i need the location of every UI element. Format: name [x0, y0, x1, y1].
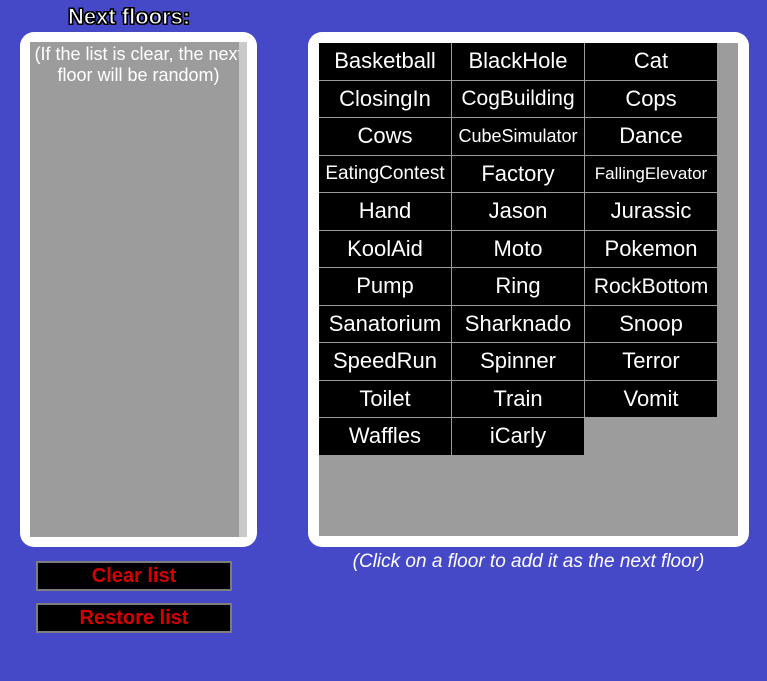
floor-item[interactable]: Dance [585, 118, 717, 155]
queue-empty-hint: (If the list is clear, the next floor wi… [30, 42, 247, 85]
floor-item[interactable]: CogBuilding [452, 81, 584, 118]
floor-item[interactable]: Snoop [585, 306, 717, 343]
floor-item[interactable]: KoolAid [319, 231, 451, 268]
floor-item[interactable]: Factory [452, 156, 584, 193]
floor-item[interactable]: Train [452, 381, 584, 418]
floor-item[interactable]: Spinner [452, 343, 584, 380]
floor-item[interactable]: Sanatorium [319, 306, 451, 343]
page-title: Next floors: [68, 4, 190, 30]
floors-hint: (Click on a floor to add it as the next … [308, 551, 749, 573]
floor-item[interactable]: Cops [585, 81, 717, 118]
floor-item[interactable]: ClosingIn [319, 81, 451, 118]
floor-item[interactable]: Toilet [319, 381, 451, 418]
floor-item[interactable]: Waffles [319, 418, 451, 455]
queue-scrollbar-thumb[interactable] [239, 42, 247, 537]
queue-list: (If the list is clear, the next floor wi… [30, 42, 247, 537]
restore-list-button[interactable]: Restore list [36, 603, 232, 633]
clear-list-button[interactable]: Clear list [36, 561, 232, 591]
floor-item[interactable]: Pump [319, 268, 451, 305]
floors-panel: BasketballBlackHoleCat ClosingInCogBuildi… [308, 32, 749, 547]
floor-item[interactable]: Moto [452, 231, 584, 268]
floor-item[interactable]: SpeedRun [319, 343, 451, 380]
floor-item[interactable]: Terror [585, 343, 717, 380]
floor-item[interactable]: Jurassic [585, 193, 717, 230]
floor-item[interactable]: RockBottom [585, 268, 717, 305]
floor-item[interactable]: Cows [319, 118, 451, 155]
floor-item[interactable]: Ring [452, 268, 584, 305]
floor-item[interactable]: iCarly [452, 418, 584, 455]
floor-item[interactable]: Vomit [585, 381, 717, 418]
floor-item[interactable]: Jason [452, 193, 584, 230]
floor-item[interactable]: Basketball [319, 43, 451, 80]
queue-scrollbar-track[interactable] [239, 42, 247, 537]
floor-item[interactable]: Cat [585, 43, 717, 80]
floors-grid: BasketballBlackHoleCat ClosingInCogBuildi… [319, 43, 738, 536]
floor-item[interactable]: EatingContest [319, 156, 451, 193]
floor-item[interactable]: Hand [319, 193, 451, 230]
floor-item[interactable]: Sharknado [452, 306, 584, 343]
floor-item[interactable]: FallingElevator [585, 156, 717, 193]
queue-panel: (If the list is clear, the next floor wi… [20, 32, 257, 547]
floor-item[interactable]: BlackHole [452, 43, 584, 80]
floor-item[interactable]: Pokemon [585, 231, 717, 268]
floor-item[interactable]: CubeSimulator [452, 118, 584, 155]
